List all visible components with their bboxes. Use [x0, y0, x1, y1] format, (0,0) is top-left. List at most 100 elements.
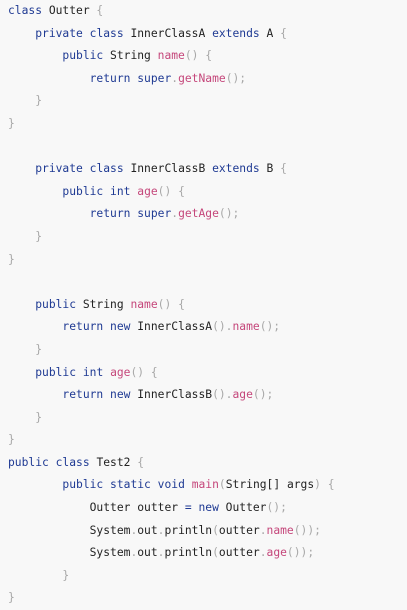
code-line: } — [8, 226, 407, 249]
code-token: extends — [212, 162, 260, 176]
code-token: class — [89, 162, 124, 176]
code-token: InnerClassB — [123, 162, 213, 176]
code-token: super — [137, 207, 172, 221]
code-token: . — [259, 523, 267, 537]
code-line: public String name() { — [8, 45, 407, 68]
code-line: public String name() { — [8, 294, 407, 317]
code-line: private class InnerClassB extends B { — [8, 158, 407, 181]
code-token: { — [89, 4, 104, 17]
code-token: InnerClassA — [123, 26, 213, 40]
code-token: outter — [218, 523, 260, 537]
code-token: super — [137, 71, 172, 85]
code-token: () { — [130, 365, 158, 379]
code-line: public int age() { — [8, 181, 407, 204]
code-line: } — [8, 407, 407, 430]
code-token: name — [157, 49, 185, 63]
code-token: public — [62, 49, 104, 63]
code-token: InnerClassA — [130, 320, 213, 334]
code-token: return — [62, 388, 104, 402]
code-token: () { — [157, 184, 185, 198]
code-editor: class Outter { private class InnerClassA… — [0, 0, 407, 604]
code-token: extends — [212, 26, 260, 40]
code-token: } — [8, 116, 15, 130]
code-token: InnerClassB — [130, 388, 213, 402]
code-token: public — [35, 297, 77, 311]
code-token: (). — [212, 388, 233, 402]
code-token: return — [89, 207, 131, 221]
code-token: new — [110, 388, 131, 402]
code-token: = — [184, 501, 192, 515]
code-token: { — [280, 162, 287, 176]
code-line: private class InnerClassA extends A { — [8, 23, 407, 46]
code-token: (); — [225, 71, 247, 85]
code-token: A — [259, 26, 281, 40]
code-token: { — [280, 26, 287, 40]
code-token: public — [62, 184, 104, 198]
code-line: } — [8, 339, 407, 362]
code-token: String[] args — [225, 478, 315, 492]
code-token: age — [110, 365, 131, 379]
code-token: return — [62, 320, 104, 334]
code-token: public — [62, 478, 104, 492]
code-token: } — [35, 410, 43, 424]
code-token: String — [76, 297, 131, 311]
code-line: System.out.println(outter.name()); — [8, 520, 407, 543]
code-token: age — [232, 388, 253, 402]
code-line: } — [8, 587, 407, 610]
code-token: println — [164, 546, 213, 560]
code-token: Outter — [218, 501, 267, 515]
code-token: println — [164, 523, 213, 537]
code-token: } — [35, 229, 43, 243]
code-token: ()); — [286, 546, 315, 560]
code-token: getAge — [178, 207, 219, 221]
code-line: } — [8, 565, 407, 588]
code-token: System — [89, 546, 131, 560]
code-token: } — [35, 94, 43, 108]
code-line: return new InnerClassA().name(); — [8, 316, 407, 339]
code-token: (). — [212, 320, 233, 334]
code-line: public static void main(String[] args) { — [8, 474, 407, 497]
code-token: main — [191, 478, 219, 492]
code-token: class — [8, 4, 43, 17]
code-token: ) { — [314, 478, 335, 492]
code-token: B — [259, 162, 281, 176]
code-line: } — [8, 429, 407, 452]
code-token: age — [266, 546, 287, 560]
code-token: ( — [212, 523, 219, 537]
code-line: } — [8, 113, 407, 136]
code-line: return super.getName(); — [8, 68, 407, 91]
code-token: class — [55, 455, 90, 469]
code-token: System — [89, 523, 131, 537]
code-token: age — [137, 184, 158, 198]
code-line: class Outter { — [8, 0, 407, 23]
code-line: System.out.println(outter.age()); — [8, 542, 407, 565]
code-line: Outter outter = new Outter(); — [8, 497, 407, 520]
code-token: name — [130, 297, 158, 311]
code-token: } — [35, 342, 43, 356]
code-token: public — [35, 365, 77, 379]
code-token: () { — [157, 297, 185, 311]
code-token: } — [8, 252, 15, 266]
code-token: . — [259, 546, 267, 560]
code-token: (); — [266, 501, 287, 515]
code-token: . — [130, 546, 138, 560]
code-line: } — [8, 90, 407, 113]
code-token: static — [110, 478, 151, 492]
